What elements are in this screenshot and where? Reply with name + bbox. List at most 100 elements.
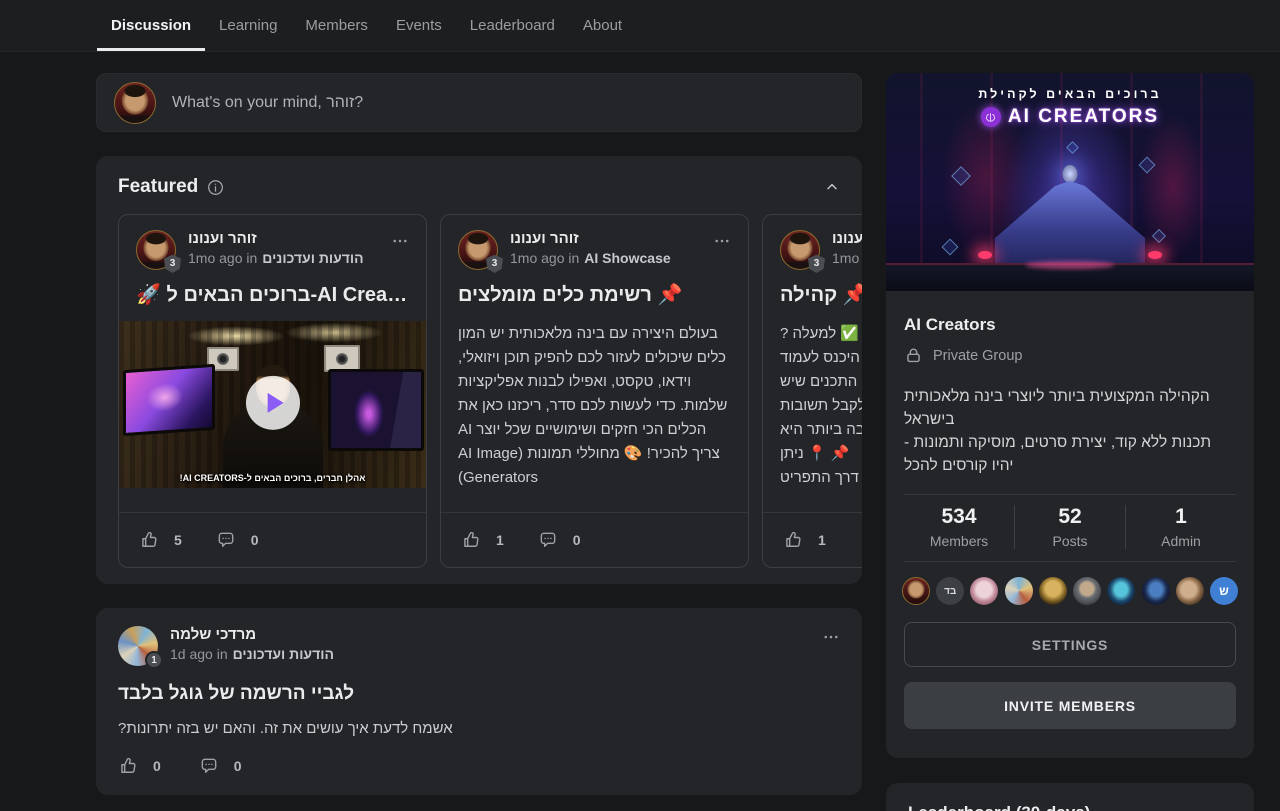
featured-post-card[interactable]: 3 זוהר וענונו 1mo ago in הודעות ועדכונים… [118, 214, 427, 568]
video-thumbnail[interactable]: אהלן חברים, ברוכים הבאים ל-AI CREATORS! [119, 321, 426, 488]
featured-post-card[interactable]: 3 זוהר וענונו 1mo ago in הודעות ועדכונים… [762, 214, 862, 568]
member-avatar[interactable]: בד [936, 577, 964, 605]
banner-figure [1063, 165, 1078, 183]
tab-events[interactable]: Events [382, 0, 456, 51]
ellipsis-icon [822, 628, 840, 646]
privacy-label: Private Group [933, 348, 1022, 364]
post-meta: 1mo ago in הודעות ועדכונים [832, 250, 862, 266]
group-nav: Discussion Learning Members Events Leade… [0, 0, 1280, 52]
post-title[interactable]: 📌 רשימת כלים מומלצים [458, 282, 731, 309]
space-link[interactable]: AI Showcase [584, 250, 670, 266]
feed-column: What's on your mind, זוהר? Featured 3 [96, 52, 862, 795]
space-link[interactable]: הודעות ועדכונים [233, 646, 334, 662]
comment-icon [538, 530, 558, 550]
banner-group-name: AI CREATORS [1008, 106, 1159, 128]
banner-glow [1148, 251, 1162, 259]
stat-members: 534 Members [904, 505, 1014, 549]
comment-icon [199, 756, 219, 776]
leaderboard-card: Leaderboard (30-days) [886, 783, 1254, 811]
stat-admin: 1 Admin [1125, 505, 1236, 549]
like-count: 1 [818, 532, 826, 548]
comment-icon [860, 530, 862, 550]
tab-learning[interactable]: Learning [205, 0, 291, 51]
post-footer: 5 0 [119, 512, 426, 567]
thumbs-up-icon [783, 530, 803, 550]
floating-cube [1139, 157, 1156, 174]
comment-icon [216, 530, 236, 550]
post-title[interactable]: 📌 קהילה [780, 282, 862, 309]
lock-icon [904, 346, 923, 365]
featured-carousel: 3 זוהר וענונו 1mo ago in הודעות ועדכונים… [118, 214, 862, 568]
comment-button[interactable]: 0 [860, 530, 862, 550]
comment-button[interactable]: 0 [538, 530, 581, 550]
thumbs-up-icon [118, 756, 138, 776]
post-composer[interactable]: What's on your mind, זוהר? [96, 73, 862, 132]
like-count: 0 [153, 758, 161, 774]
member-avatar[interactable] [1073, 577, 1101, 605]
more-menu-button[interactable] [391, 232, 409, 250]
settings-button[interactable]: SETTINGS [904, 622, 1236, 667]
banner-glow [978, 251, 992, 259]
composer-placeholder: What's on your mind, זוהר? [172, 94, 363, 112]
tab-about[interactable]: About [569, 0, 636, 51]
like-button[interactable]: 0 [118, 756, 161, 776]
post-body: אשמח לדעת איך עושים את זה. והאם יש בזה י… [118, 720, 840, 737]
banner-desk [886, 263, 1254, 291]
chevron-up-icon [824, 179, 840, 195]
tab-members[interactable]: Members [291, 0, 382, 51]
comment-button[interactable]: 0 [216, 530, 259, 550]
more-menu-button[interactable] [822, 628, 840, 646]
more-menu-button[interactable] [713, 232, 731, 250]
post-body: בעולם היצירה עם בינה מלאכותית יש המון כל… [458, 322, 731, 490]
member-avatar[interactable] [970, 577, 998, 605]
comment-button[interactable]: 0 [199, 756, 242, 776]
thumbs-up-icon [139, 530, 159, 550]
leaderboard-title: Leaderboard (30-days) [908, 803, 1232, 811]
member-avatar[interactable] [1039, 577, 1067, 605]
group-info-card: ברוכים הבאים לקהילת AI CREATORS AI Creat… [886, 73, 1254, 758]
banner-welcome-text: ברוכים הבאים לקהילת [886, 87, 1254, 101]
author-name[interactable]: זוהר וענונו [188, 230, 379, 247]
invite-members-button[interactable]: INVITE MEMBERS [904, 682, 1236, 729]
banner-figure [995, 181, 1145, 265]
ellipsis-icon [713, 232, 731, 250]
level-badge: 1 [145, 651, 163, 669]
member-avatar[interactable]: ש [1210, 577, 1238, 605]
member-avatar[interactable] [1142, 577, 1170, 605]
user-avatar[interactable] [114, 82, 156, 124]
post-meta: 1mo ago in הודעות ועדכונים [188, 250, 379, 266]
featured-post-card[interactable]: 3 זוהר וענונו 1mo ago in AI Showcase 📌 ר… [440, 214, 749, 568]
group-banner-image: ברוכים הבאים לקהילת AI CREATORS [886, 73, 1254, 291]
post-title[interactable]: 🚀 ברוכים הבאים ל-AI Creat... [136, 282, 409, 309]
member-avatar[interactable] [902, 577, 930, 605]
post-meta: 1d ago in הודעות ועדכונים [170, 646, 810, 662]
author-name[interactable]: זוהר וענונו [510, 230, 701, 247]
group-privacy: Private Group [904, 346, 1236, 365]
group-stats: 534 Members 52 Posts 1 Admin [904, 494, 1236, 562]
member-avatar[interactable] [1176, 577, 1204, 605]
floating-cube [951, 166, 971, 186]
like-button[interactable]: 1 [783, 530, 826, 550]
comment-count: 0 [234, 758, 242, 774]
post-body: ✅ למעלה ? היכנס לעמוד התכנים שיש לקבל תש… [780, 322, 862, 490]
like-button[interactable]: 5 [139, 530, 182, 550]
member-avatar[interactable] [1005, 577, 1033, 605]
like-button[interactable]: 1 [461, 530, 504, 550]
space-link[interactable]: הודעות ועדכונים [262, 250, 363, 266]
info-icon[interactable] [207, 179, 224, 196]
brain-icon [981, 107, 1001, 127]
like-count: 1 [496, 532, 504, 548]
author-name[interactable]: מרדכי שלמה [170, 626, 810, 643]
right-monitor [328, 369, 424, 451]
tab-discussion[interactable]: Discussion [97, 0, 205, 51]
ellipsis-icon [391, 232, 409, 250]
play-button[interactable] [246, 375, 300, 429]
author-name[interactable]: זוהר וענונו [832, 230, 862, 247]
thumbs-up-icon [461, 530, 481, 550]
left-monitor [123, 364, 215, 436]
tab-leaderboard[interactable]: Leaderboard [456, 0, 569, 51]
feed-post-card[interactable]: 1 מרדכי שלמה 1d ago in הודעות ועדכונים ל… [96, 608, 862, 795]
collapse-section-button[interactable] [824, 179, 840, 195]
member-avatar[interactable] [1107, 577, 1135, 605]
post-title[interactable]: לגביי הרשמה של גוגל בלבד [118, 683, 840, 705]
